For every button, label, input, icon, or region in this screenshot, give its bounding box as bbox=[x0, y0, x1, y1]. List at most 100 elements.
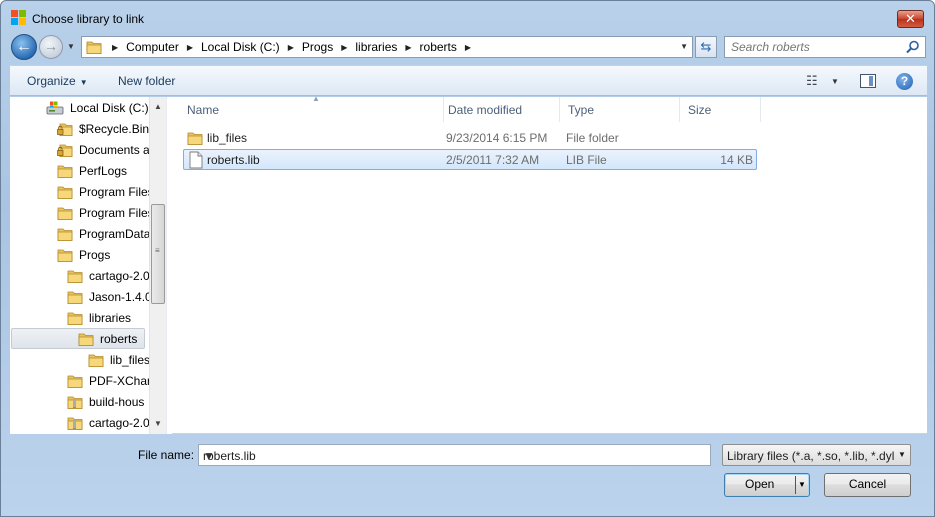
folder-icon bbox=[57, 206, 73, 220]
breadcrumb-separator-icon[interactable]: ▶ bbox=[288, 43, 294, 52]
chevron-down-icon[interactable]: ▼ bbox=[203, 449, 706, 463]
tree-item-programdata[interactable]: ProgramData bbox=[57, 223, 150, 244]
breadcrumb-roberts[interactable]: roberts bbox=[420, 40, 457, 54]
file-size: 14 KB bbox=[720, 153, 753, 167]
drive-icon bbox=[46, 101, 64, 115]
cancel-button[interactable]: Cancel bbox=[824, 473, 911, 497]
filename-field[interactable]: roberts.lib ▼ bbox=[198, 444, 711, 466]
file-list[interactable]: Name ▲ Date modified Type Size lib_files… bbox=[173, 94, 927, 434]
views-icon[interactable]: ☷ bbox=[806, 73, 818, 89]
breadcrumb-separator-icon[interactable]: ▶ bbox=[341, 43, 347, 52]
folder-icon bbox=[88, 353, 104, 367]
new-folder-button[interactable]: New folder bbox=[118, 74, 175, 88]
arrow-left-icon: ← bbox=[16, 38, 32, 55]
nav-scrollbar[interactable]: ▲ ≡ ▼ bbox=[149, 97, 166, 434]
window-title: Choose library to link bbox=[32, 12, 145, 26]
filename-label: File name: bbox=[138, 448, 195, 462]
tree-item-progs[interactable]: Progs bbox=[57, 244, 110, 265]
tree-item-local-disk[interactable]: Local Disk (C:) bbox=[46, 97, 149, 118]
address-bar[interactable]: ▶ Computer ▶ Local Disk (C:) ▶ Progs ▶ l… bbox=[81, 36, 693, 58]
breadcrumb-libraries[interactable]: libraries bbox=[355, 40, 397, 54]
tree-item-libraries[interactable]: libraries bbox=[67, 307, 131, 328]
folder-icon bbox=[57, 227, 73, 241]
tree-item-pdf-xchange[interactable]: PDF-XChar bbox=[67, 370, 151, 391]
open-options-icon[interactable]: ▼ bbox=[798, 474, 806, 495]
file-icon bbox=[189, 151, 203, 169]
breadcrumb-local-disk[interactable]: Local Disk (C:) bbox=[201, 40, 280, 54]
folder-icon bbox=[86, 40, 102, 54]
file-type: LIB File bbox=[566, 153, 607, 167]
tree-item-cartago[interactable]: cartago-2.0 bbox=[67, 265, 150, 286]
organize-button[interactable]: Organize ▼ bbox=[27, 74, 88, 88]
table-row[interactable]: roberts.lib 2/5/2011 7:32 AM LIB File 14… bbox=[183, 149, 757, 170]
preview-pane-icon[interactable] bbox=[860, 74, 876, 88]
zip-folder-icon bbox=[67, 395, 83, 409]
file-type: File folder bbox=[566, 131, 619, 145]
file-date: 9/23/2014 6:15 PM bbox=[446, 131, 548, 145]
tree-item-cartago-zip[interactable]: cartago-2.0 bbox=[67, 412, 150, 433]
dialog-window: Choose library to link ✕ ← → ▼ ▶ Compute… bbox=[0, 0, 935, 517]
close-button[interactable]: ✕ bbox=[897, 10, 924, 28]
app-icon bbox=[11, 10, 27, 26]
zip-folder-icon bbox=[67, 416, 83, 430]
breadcrumb-separator-icon[interactable]: ▶ bbox=[187, 43, 193, 52]
pane-splitter[interactable] bbox=[166, 97, 172, 434]
tree-item-perflogs[interactable]: PerfLogs bbox=[57, 160, 127, 181]
address-dropdown-icon[interactable]: ▼ bbox=[680, 42, 688, 51]
cancel-label: Cancel bbox=[848, 477, 887, 491]
arrow-right-icon: → bbox=[44, 38, 58, 54]
column-header-size[interactable]: Size bbox=[680, 97, 761, 122]
folder-icon bbox=[78, 332, 94, 346]
split-divider bbox=[795, 476, 796, 494]
breadcrumb-progs[interactable]: Progs bbox=[302, 40, 333, 54]
tree-item-recycle-bin[interactable]: $Recycle.Bin bbox=[57, 118, 149, 139]
search-box[interactable] bbox=[724, 36, 926, 58]
forward-button[interactable]: → bbox=[39, 35, 63, 59]
scroll-down-icon[interactable]: ▼ bbox=[150, 416, 166, 432]
new-folder-label: New folder bbox=[118, 74, 176, 88]
help-icon[interactable]: ? bbox=[896, 73, 913, 90]
navigation-pane[interactable]: Local Disk (C:) $Recycle.Bin Documents a… bbox=[10, 97, 166, 434]
file-date: 2/5/2011 7:32 AM bbox=[446, 153, 540, 167]
breadcrumb-separator-icon[interactable]: ▶ bbox=[465, 43, 471, 52]
tree-item-lib-files[interactable]: lib_files bbox=[88, 349, 150, 370]
grip-icon: ≡ bbox=[155, 246, 160, 255]
table-row[interactable]: lib_files 9/23/2014 6:15 PM File folder bbox=[183, 128, 757, 149]
scroll-thumb[interactable]: ≡ bbox=[151, 204, 165, 304]
locked-folder-icon bbox=[57, 122, 73, 136]
refresh-button[interactable]: ⇆ bbox=[695, 36, 717, 58]
views-dropdown-icon[interactable]: ▼ bbox=[831, 77, 839, 86]
folder-icon bbox=[57, 164, 73, 178]
browser-area: Local Disk (C:) $Recycle.Bin Documents a… bbox=[10, 94, 927, 434]
title-bar[interactable]: Choose library to link ✕ bbox=[1, 1, 934, 33]
tree-item-roberts[interactable]: roberts bbox=[11, 328, 145, 349]
tree-item-documents[interactable]: Documents a bbox=[57, 139, 150, 160]
recent-locations-dropdown[interactable]: ▼ bbox=[67, 42, 75, 51]
chevron-down-icon[interactable]: ▼ bbox=[894, 445, 910, 465]
tree-item-program-files-x86[interactable]: Program Files bbox=[57, 202, 154, 223]
tree-item-build-house[interactable]: build-hous bbox=[67, 391, 144, 412]
organize-label: Organize bbox=[27, 74, 76, 88]
breadcrumb-separator-icon[interactable]: ▶ bbox=[405, 43, 411, 52]
file-name: lib_files bbox=[207, 131, 248, 145]
breadcrumb-separator-icon[interactable]: ▶ bbox=[112, 43, 118, 52]
command-bar: Organize ▼ New folder ☷ ▼ ? bbox=[10, 65, 927, 96]
folder-icon bbox=[67, 374, 83, 388]
breadcrumb-computer[interactable]: Computer bbox=[126, 40, 179, 54]
refresh-icon: ⇆ bbox=[700, 39, 712, 54]
column-header-date[interactable]: Date modified bbox=[440, 97, 560, 122]
folder-icon bbox=[67, 311, 83, 325]
search-icon[interactable] bbox=[906, 40, 920, 54]
file-type-select[interactable]: Library files (*.a, *.so, *.lib, *.dyl ▼ bbox=[722, 444, 911, 466]
column-header-type[interactable]: Type bbox=[560, 97, 680, 122]
scroll-up-icon[interactable]: ▲ bbox=[150, 99, 166, 115]
tree-item-program-files[interactable]: Program Files bbox=[57, 181, 154, 202]
tree-item-jason[interactable]: Jason-1.4.0 bbox=[67, 286, 152, 307]
open-label: Open bbox=[745, 477, 775, 491]
column-header-name[interactable]: Name ▲ bbox=[179, 94, 444, 122]
back-button[interactable]: ← bbox=[11, 34, 37, 60]
open-button[interactable]: Open ▼ bbox=[724, 473, 810, 497]
folder-icon bbox=[67, 269, 83, 283]
search-input[interactable] bbox=[731, 38, 906, 56]
folder-icon bbox=[57, 248, 73, 262]
